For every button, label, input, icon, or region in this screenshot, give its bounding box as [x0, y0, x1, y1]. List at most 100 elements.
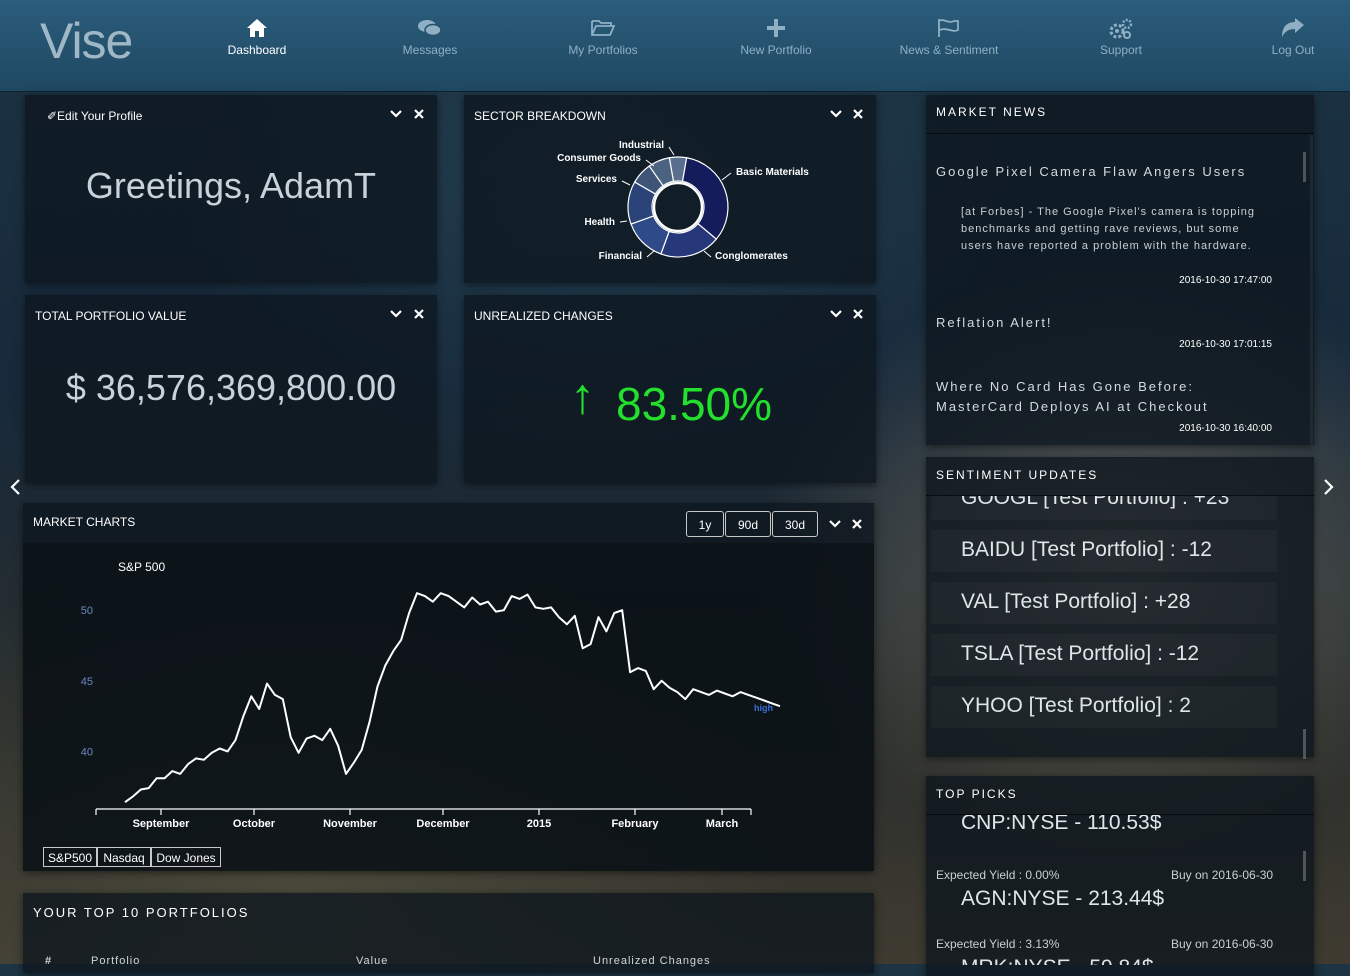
profile-panel: ✐Edit Your Profile Greetings, AdamT: [25, 95, 437, 283]
range-90d-button[interactable]: 90d: [725, 511, 771, 537]
column-header[interactable]: Unrealized Changes: [593, 955, 711, 967]
sentiment-scrollbar[interactable]: [1303, 729, 1306, 759]
gears-icon: [1061, 18, 1181, 40]
nav-support[interactable]: Support: [1061, 18, 1181, 57]
list-item[interactable]: YHOO [Test Portfolio] : 2: [931, 686, 1277, 728]
pick-buy-date: Buy on 2016-06-30: [1171, 868, 1274, 882]
market-charts-panel: MARKET CHARTS 1y 90d 30d S&P 500 50 45 40 Se…: [23, 503, 874, 871]
index-dow-jones-button[interactable]: Dow Jones: [151, 847, 221, 867]
portfolio-value-panel: TOTAL PORTFOLIO VALUE $ 36,576,369,800.0…: [25, 295, 437, 483]
market-news-panel: MARKET NEWS Google Pixel Camera Flaw Ang…: [926, 95, 1314, 445]
news-body: [at Forbes] - The Google Pixel's camera …: [961, 206, 1256, 252]
list-item[interactable]: GOOGL [Test Portfolio] : +23: [931, 496, 1277, 520]
sector-label: Consumer Goods: [557, 153, 641, 164]
panel-title: MARKET NEWS: [936, 105, 1048, 119]
top-nav: Vise Dashboard Messages My Portfolios Ne…: [0, 0, 1350, 92]
news-date: 2016-10-30 17:47:00: [1179, 275, 1272, 286]
high-annotation: high: [754, 703, 773, 713]
nav-news-sentiment[interactable]: News & Sentiment: [889, 18, 1009, 57]
column-header[interactable]: #: [45, 955, 52, 967]
sector-label: Financial: [599, 251, 643, 262]
x-tick-label: February: [611, 818, 659, 830]
collapse-icon[interactable]: [390, 307, 402, 322]
folder-open-icon: [543, 18, 663, 40]
close-icon[interactable]: [853, 307, 863, 322]
x-tick-label: September: [133, 818, 191, 830]
x-tick-label: March: [706, 818, 739, 830]
news-headline[interactable]: Google Pixel Camera Flaw Angers Users: [936, 162, 1266, 182]
nav-new-portfolio[interactable]: New Portfolio: [716, 18, 836, 57]
pick-yield: Expected Yield : 3.13%: [936, 937, 1060, 951]
label-leader-line: [668, 146, 675, 156]
news-headline[interactable]: Reflation Alert!: [936, 313, 1266, 333]
column-header[interactable]: Portfolio: [91, 955, 140, 967]
index-selector: S&P500 Nasdaq Dow Jones: [43, 847, 223, 869]
range-30d-button[interactable]: 30d: [772, 511, 818, 537]
greeting-text: Greetings, AdamT: [85, 165, 377, 206]
sector-label: Health: [584, 217, 615, 228]
chat-icon: [370, 18, 490, 40]
x-tick-label: 2015: [527, 818, 551, 830]
y-tick-label: 45: [81, 676, 93, 688]
close-icon[interactable]: [414, 307, 424, 322]
label-leader-line: [703, 250, 712, 258]
top-picks-panel: TOP PICKS CNP:NYSE - 110.53$ Expected Yi…: [926, 776, 1314, 976]
sector-label: Services: [576, 174, 618, 185]
top-picks-scrollbar[interactable]: [1303, 851, 1306, 881]
index-nasdaq-button[interactable]: Nasdaq: [97, 847, 151, 867]
sector-label: Conglomerates: [715, 251, 788, 262]
nav-label: News & Sentiment: [899, 43, 999, 57]
next-arrow-icon[interactable]: [1322, 477, 1336, 502]
list-item[interactable]: BAIDU [Test Portfolio] : -12: [931, 530, 1277, 572]
nav-label: Log Out: [1271, 43, 1315, 57]
nav-messages[interactable]: Messages: [370, 18, 490, 57]
list-item[interactable]: TSLA [Test Portfolio] : -12: [931, 634, 1277, 676]
edit-profile-link[interactable]: ✐Edit Your Profile: [47, 109, 142, 123]
y-tick-label: 40: [81, 746, 93, 758]
y-tick-label: 50: [81, 605, 93, 617]
collapse-icon[interactable]: [390, 107, 402, 122]
close-icon[interactable]: [852, 517, 862, 532]
column-header[interactable]: Value: [356, 955, 388, 967]
collapse-icon[interactable]: [829, 517, 841, 532]
sector-label: Industrial: [619, 140, 664, 151]
app-logo[interactable]: Vise: [40, 12, 133, 70]
unrealized-panel: UNREALIZED CHANGES ↑ 83.50%: [464, 295, 876, 483]
panel-title: TOTAL PORTFOLIO VALUE: [35, 309, 187, 323]
plus-icon: [716, 18, 836, 40]
flag-icon: [889, 18, 1009, 40]
portfolio-value: $ 36,576,369,800.00: [65, 367, 397, 408]
nav-log-out[interactable]: Log Out: [1233, 18, 1350, 57]
news-scrollbar[interactable]: [1303, 152, 1306, 182]
nav-label: My Portfolios: [568, 43, 638, 57]
index-sp500-button[interactable]: S&P500: [43, 847, 97, 867]
x-tick-label: December: [416, 818, 470, 830]
home-icon: [197, 18, 317, 40]
nav-label: Support: [1099, 43, 1143, 57]
top-picks-list: CNP:NYSE - 110.53$ Expected Yield : 0.00…: [926, 815, 1314, 965]
prev-arrow-icon[interactable]: [8, 477, 22, 502]
sp500-line-chart: S&P 500 50 45 40 September October November Dec…: [81, 560, 781, 830]
panel-title: TOP PICKS: [936, 787, 1018, 801]
panel-title: SENTIMENT UPDATES: [936, 468, 1099, 482]
close-icon[interactable]: [414, 107, 424, 122]
up-arrow-icon: ↑: [570, 368, 595, 424]
news-date: 2016-10-30 16:40:00: [1179, 423, 1272, 434]
list-item[interactable]: VAL [Test Portfolio] : +28: [931, 582, 1277, 624]
news-date: 2016-10-30 17:01:15: [1179, 339, 1272, 350]
donut-hole-ring: [652, 181, 704, 233]
collapse-icon[interactable]: [830, 307, 842, 322]
pick-yield: Expected Yield : 0.00%: [936, 868, 1060, 882]
pick-name[interactable]: CNP:NYSE - 110.53$: [961, 815, 1161, 835]
news-headline[interactable]: Where No Card Has Gone Before: MasterCar…: [936, 377, 1266, 417]
panel-title: MARKET CHARTS: [33, 515, 136, 529]
top10-panel: YOUR TOP 10 PORTFOLIOS # Portfolio Value…: [23, 893, 874, 973]
range-1y-button[interactable]: 1y: [686, 511, 724, 537]
nav-label: Dashboard: [227, 43, 287, 57]
sentiment-panel: SENTIMENT UPDATES GOOGL [Test Portfolio]…: [926, 457, 1314, 759]
nav-dashboard[interactable]: Dashboard: [197, 18, 317, 57]
pick-name[interactable]: AGN:NYSE - 213.44$: [961, 887, 1164, 911]
nav-my-portfolios[interactable]: My Portfolios: [543, 18, 663, 57]
sp500-series-line: [124, 592, 781, 804]
share-arrow-icon: [1233, 18, 1350, 40]
